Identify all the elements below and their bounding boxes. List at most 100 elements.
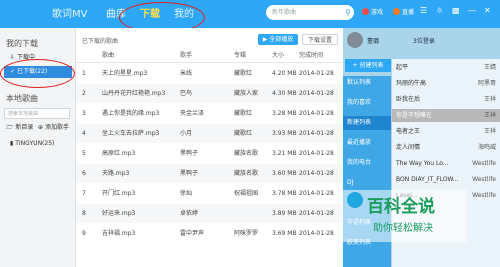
row-artist: 雷中尹声: [180, 230, 205, 237]
playlist-song-title: 玛丽的牛高: [396, 80, 427, 87]
playlist-song-artist: 王祥: [483, 96, 496, 103]
local-songs-title: 本地歌曲: [6, 94, 38, 103]
close-icon[interactable]: ✕: [484, 6, 491, 15]
playlist-song[interactable]: 走人间情 海鸣威: [392, 141, 500, 154]
row-number: 4: [82, 130, 86, 137]
add-icon: ⊕: [38, 124, 44, 131]
row-date: 2014-01-28: [299, 210, 334, 217]
table-row[interactable]: 7 开门红.mp3 徐灿 祝福祖国 3.78 MB 2014-01-28: [76, 184, 342, 203]
row-number: 2: [82, 90, 86, 97]
live-label[interactable]: 直播: [402, 7, 414, 16]
playlist-song[interactable]: 你是不想嘛在 王祥: [392, 109, 500, 122]
table-row[interactable]: 1 天上的星星.mp3 米线 藏歌红 4.20 MB 2014-01-28: [76, 64, 342, 83]
table-row[interactable]: 9 吉祥福.mp3 雷中尹声 阿咪罗罗 3.69 MB 2014-01-28: [76, 224, 342, 243]
live-icon[interactable]: [393, 8, 400, 15]
row-artist: 卓依婷: [180, 210, 199, 217]
list-header-label: 已下载的歌曲: [82, 38, 119, 45]
playlist-song[interactable]: 卧我在后 王祥: [392, 93, 500, 106]
playlist-song-artist: Westlife: [472, 192, 496, 199]
search-input[interactable]: 新年歌曲 ⚲: [266, 5, 354, 20]
table-row[interactable]: 4 坐上火车去拉萨.mp3 小月 藏歌红 3.93 MB 2014-01-28: [76, 124, 342, 143]
highlight-ellipse-sidebar: [0, 59, 75, 88]
playlist-song-title: 卧我在后: [396, 96, 421, 103]
row-title: 遇上你是我的缘.mp3: [102, 110, 160, 117]
row-album: 祝福祖国: [234, 190, 259, 197]
row-title: 山丹丹花开红艳艳.mp3: [102, 90, 166, 97]
row-title: 好运来.mp3: [102, 210, 136, 217]
row-title: 高原红.mp3: [102, 150, 136, 157]
sidebar-item-label: TINGYUN(25): [15, 140, 55, 147]
playlist-nav-item[interactable]: 最近播放: [343, 136, 391, 150]
play-all-label: 全部播放: [269, 36, 294, 43]
row-size: 3.28 MB: [272, 110, 297, 117]
download-settings-button[interactable]: 下载设置: [302, 34, 338, 45]
playlist-nav-item[interactable]: DJ: [343, 176, 391, 190]
playlist-song[interactable]: 电者之王 王祥: [392, 125, 500, 138]
game-icon[interactable]: [362, 8, 369, 15]
playlist-song-artist: Westlife: [472, 176, 496, 183]
table-row[interactable]: 8 好运来.mp3 卓依婷 3.89 MB 2014-01-28: [76, 204, 342, 223]
download-list: 已下载的歌曲 ▶ 全部播放 下载设置 歌曲 歌手 专辑 大小 完成时间 1 天上的…: [76, 28, 342, 267]
game-label[interactable]: 游戏: [371, 7, 383, 16]
search-icon[interactable]: ⚲: [345, 5, 351, 20]
download-icon: ⇩: [10, 54, 16, 61]
local-search-input[interactable]: 搜索本地歌曲: [4, 108, 70, 119]
playlist-song[interactable]: 起平 王婧: [392, 61, 500, 74]
playlist-nav-item[interactable]: 新建列表: [343, 116, 391, 130]
row-album: 阿咪罗罗: [234, 230, 259, 237]
row-album: 藏歌红: [234, 110, 253, 117]
row-artist: 巴鸟: [180, 90, 193, 97]
table-row[interactable]: 5 高原红.mp3 黑鸭子 藏族名歌 3.21 MB 2014-01-28: [76, 144, 342, 163]
play-all-button[interactable]: ▶ 全部播放: [258, 34, 298, 45]
sidebar-item-folder[interactable]: ▮ TINGYUN(25): [4, 138, 72, 150]
new-folder-label: 新目录: [15, 124, 34, 131]
row-date: 2014-01-28: [299, 110, 334, 117]
row-number: 5: [82, 150, 86, 157]
playlist-song[interactable]: The Way You Lo... Westlife: [392, 157, 500, 170]
col-size[interactable]: 大小: [272, 50, 284, 62]
row-date: 2014-01-28: [299, 90, 334, 97]
user-name[interactable]: 董璐: [367, 36, 379, 45]
row-title: 吉祥福.mp3: [102, 230, 136, 237]
playlist-song-artist: 海鸣威: [477, 144, 496, 151]
row-artist: 米线: [180, 70, 193, 77]
table-row[interactable]: 2 山丹丹花开红艳艳.mp3 巴鸟 藏族人家 4.30 MB 2014-01-28: [76, 84, 342, 103]
row-artist: 小月: [180, 130, 193, 137]
skin-icon[interactable]: ☼: [436, 6, 443, 15]
row-size: 3.21 MB: [272, 150, 297, 157]
row-album: 藏族名歌: [234, 170, 259, 177]
minimize-icon[interactable]: —: [468, 6, 476, 15]
menu-icon[interactable]: ☰: [420, 6, 427, 15]
row-date: 2014-01-28: [299, 170, 334, 177]
watermark-subtitle: 助你轻松解决: [373, 223, 433, 234]
playlist-nav-item[interactable]: 我的喜欢: [343, 96, 391, 110]
tab-lyrics-mv[interactable]: 歌词MV: [52, 5, 87, 20]
col-song[interactable]: 歌曲: [102, 50, 114, 62]
table-header: 歌曲 歌手 专辑 大小 完成时间: [76, 50, 342, 63]
avatar[interactable]: [347, 32, 363, 48]
col-date[interactable]: 完成时间: [299, 50, 323, 62]
add-singer-button[interactable]: ⊕ 添加歌手: [36, 122, 74, 134]
row-artist: 徐灿: [180, 190, 193, 197]
mini-icon[interactable]: ▩: [452, 6, 460, 15]
search-placeholder: 新年歌曲: [272, 9, 297, 16]
watermark-logo: [347, 192, 363, 208]
row-date: 2014-01-28: [299, 130, 334, 137]
table-row[interactable]: 6 天路.mp3 黑鸭子 藏族名歌 3.60 MB 2014-01-28: [76, 164, 342, 183]
playlist-nav-item[interactable]: 默认列表: [343, 76, 391, 90]
row-number: 8: [82, 210, 86, 217]
row-number: 9: [82, 230, 86, 237]
login-status[interactable]: 3位登录: [413, 36, 435, 45]
col-artist[interactable]: 歌手: [180, 50, 192, 62]
playlist-nav-item[interactable]: 我的电台: [343, 156, 391, 170]
playlist-song-artist: 阿黑哥: [477, 80, 496, 87]
row-number: 1: [82, 70, 86, 77]
row-size: 3.69 MB: [272, 230, 297, 237]
playlist-song[interactable]: BON DIAY_IT_FLOW... Westlife: [392, 173, 500, 186]
playlist-song[interactable]: 玛丽的牛高 阿黑哥: [392, 77, 500, 90]
table-row[interactable]: 3 遇上你是我的缘.mp3 央金兰泽 藏歌红 3.28 MB 2014-01-28: [76, 104, 342, 123]
col-album[interactable]: 专辑: [234, 50, 246, 62]
row-size: 3.93 MB: [272, 130, 297, 137]
folder-icon: ▮: [10, 140, 14, 147]
create-list-button[interactable]: + 创建列表: [345, 59, 391, 72]
